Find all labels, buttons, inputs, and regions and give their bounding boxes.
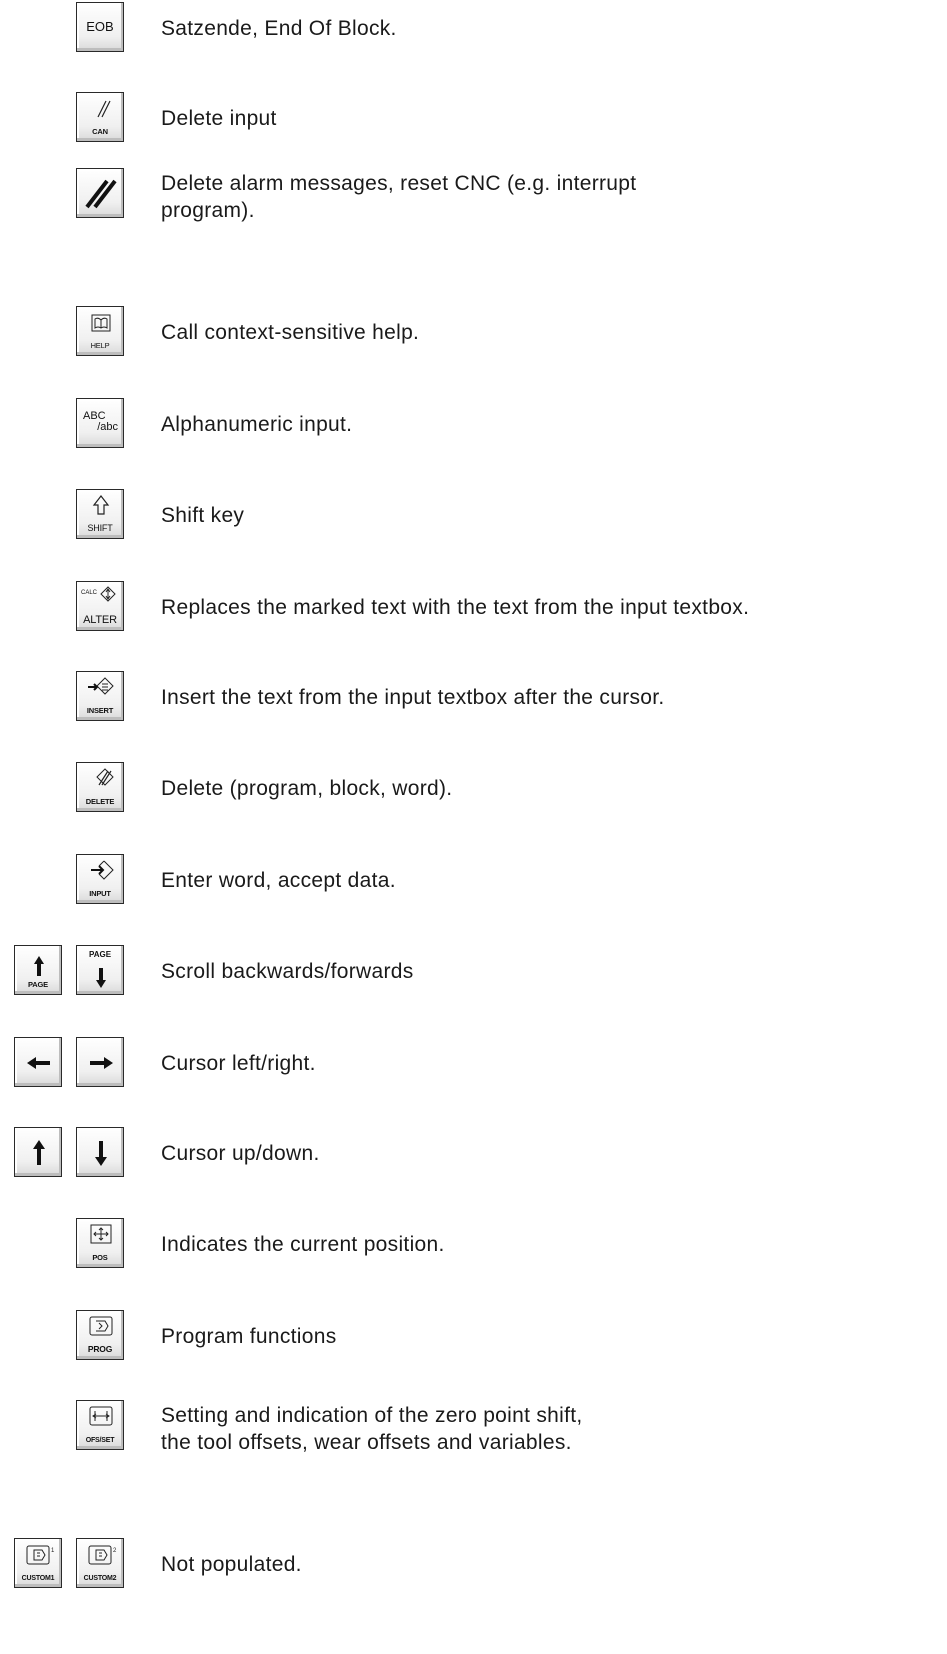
help-key[interactable]: HELP bbox=[76, 306, 124, 356]
delete-description: Delete (program, block, word). bbox=[161, 777, 453, 800]
reset-slash-icon bbox=[85, 179, 117, 209]
prog-key-label: PROG bbox=[87, 1344, 113, 1354]
ofs-set-description: Setting and indication of the zero point… bbox=[161, 1402, 583, 1456]
arrow-down-icon bbox=[95, 1141, 107, 1166]
insert-key[interactable]: INSERT bbox=[76, 671, 124, 721]
svg-text:2: 2 bbox=[113, 1548, 117, 1554]
ofs-set-key[interactable]: OFS/SET bbox=[76, 1400, 124, 1450]
abc-description: Alphanumeric input. bbox=[161, 413, 353, 436]
insert-description: Insert the text from the input textbox a… bbox=[161, 686, 665, 709]
arrow-right-icon bbox=[90, 1057, 113, 1069]
arrow-left-icon bbox=[27, 1057, 50, 1069]
reset-key[interactable] bbox=[76, 168, 124, 218]
delete-key-label: DELETE bbox=[85, 797, 115, 806]
custom1-key-label: CUSTOM1 bbox=[21, 1575, 55, 1582]
input-description: Enter word, accept data. bbox=[161, 869, 396, 892]
pos-key-label: POS bbox=[92, 1253, 108, 1262]
can-description: Delete input bbox=[161, 107, 277, 130]
cursor-right-key[interactable] bbox=[76, 1037, 124, 1087]
shift-key[interactable]: SHIFT bbox=[76, 489, 124, 539]
cursor-left-key[interactable] bbox=[14, 1037, 62, 1087]
reset-description-line-2: program). bbox=[161, 199, 255, 222]
custom2-key[interactable]: 2 CUSTOM2 bbox=[76, 1538, 124, 1588]
input-key-label: INPUT bbox=[89, 889, 111, 898]
shift-description: Shift key bbox=[161, 504, 245, 527]
reset-description: Delete alarm messages, reset CNC (e.g. i… bbox=[161, 170, 636, 224]
cursor-up-down-description: Cursor up/down. bbox=[161, 1142, 320, 1165]
delete-key[interactable]: DELETE bbox=[76, 762, 124, 812]
page-up-key-label: PAGE bbox=[28, 980, 48, 989]
eob-key-label: EOB bbox=[86, 19, 114, 34]
cursor-down-key[interactable] bbox=[76, 1127, 124, 1177]
arrow-down-icon bbox=[96, 968, 106, 988]
svg-text:1: 1 bbox=[51, 1548, 55, 1554]
alter-key-label: ALTER bbox=[83, 614, 117, 626]
ofs-set-description-line-1: Setting and indication of the zero point… bbox=[161, 1404, 583, 1427]
abc-key[interactable]: ABC /abc bbox=[76, 398, 124, 448]
help-key-label: HELP bbox=[90, 341, 110, 350]
custom1-key[interactable]: 1 CUSTOM1 bbox=[14, 1538, 62, 1588]
arrow-up-icon bbox=[33, 1140, 45, 1165]
custom-description: Not populated. bbox=[161, 1553, 302, 1576]
abc-key-label-lower: /abc bbox=[97, 421, 118, 433]
prog-key[interactable]: PROG bbox=[76, 1310, 124, 1360]
alter-description: Replaces the marked text with the text f… bbox=[161, 596, 750, 619]
can-key-label: CAN bbox=[92, 127, 108, 136]
custom2-key-label: CUSTOM2 bbox=[83, 1575, 117, 1582]
alter-key[interactable]: CALC ALTER bbox=[76, 581, 124, 631]
page-up-key[interactable]: PAGE bbox=[14, 945, 62, 995]
input-key[interactable]: INPUT bbox=[76, 854, 124, 904]
page-down-key[interactable]: PAGE bbox=[76, 945, 124, 995]
eob-key[interactable]: EOB bbox=[76, 2, 124, 52]
shift-key-label: SHIFT bbox=[87, 523, 113, 533]
cursor-left-right-description: Cursor left/right. bbox=[161, 1052, 316, 1075]
can-key[interactable]: CAN bbox=[76, 92, 124, 142]
reset-description-line-1: Delete alarm messages, reset CNC (e.g. i… bbox=[161, 172, 637, 195]
page-description: Scroll backwards/forwards bbox=[161, 960, 414, 983]
cursor-up-key[interactable] bbox=[14, 1127, 62, 1177]
pos-description: Indicates the current position. bbox=[161, 1233, 445, 1256]
pos-key[interactable]: POS bbox=[76, 1218, 124, 1268]
prog-description: Program functions bbox=[161, 1325, 337, 1348]
ofs-set-key-label: OFS/SET bbox=[85, 1437, 115, 1444]
help-description: Call context-sensitive help. bbox=[161, 321, 420, 344]
eob-description: Satzende, End Of Block. bbox=[161, 17, 397, 40]
insert-key-label: INSERT bbox=[86, 706, 114, 715]
ofs-set-description-line-2: the tool offsets, wear offsets and varia… bbox=[161, 1431, 572, 1454]
